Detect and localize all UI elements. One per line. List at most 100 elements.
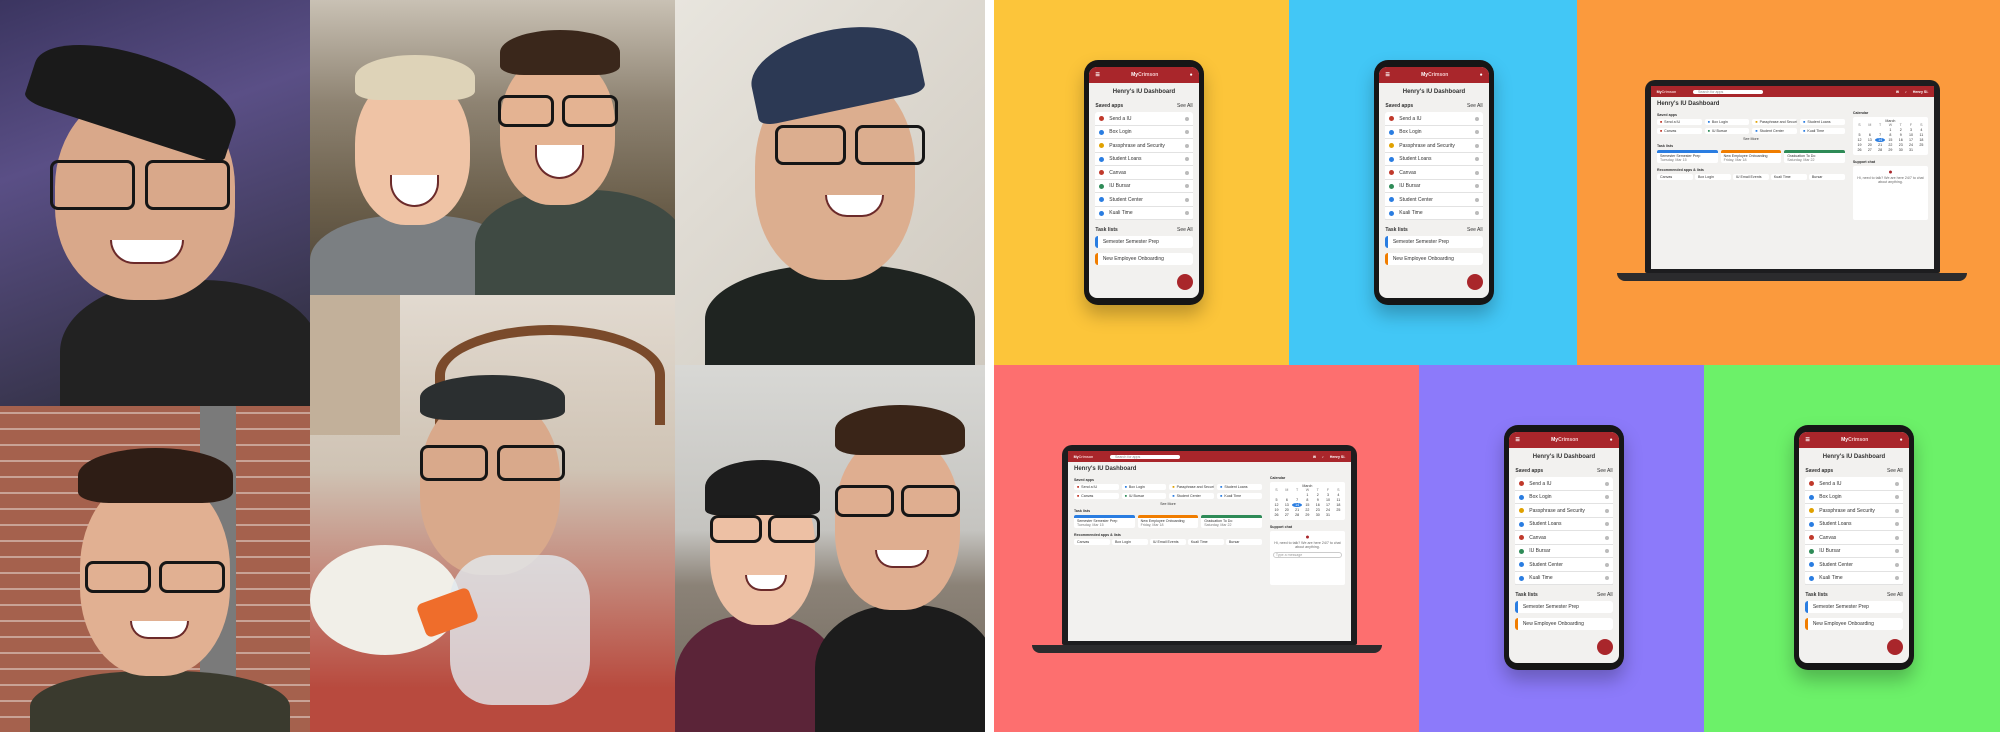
list-item[interactable]: Box Login [1805, 491, 1903, 505]
app-tile[interactable]: ■ Box Login [1121, 484, 1167, 490]
menu-icon[interactable]: ☰ [1805, 437, 1809, 443]
calendar-day[interactable]: 19 [1855, 143, 1864, 147]
see-all-link[interactable]: See All [1597, 468, 1613, 474]
calendar-day[interactable]: 18 [1917, 138, 1926, 142]
bell-icon[interactable]: ♪ [1905, 90, 1907, 94]
calendar-day[interactable]: 30 [1896, 148, 1905, 152]
calendar-day[interactable]: 29 [1886, 148, 1895, 152]
calendar-day[interactable]: 10 [1323, 498, 1332, 502]
recommended-app[interactable]: Box Login [1111, 539, 1148, 545]
calendar-day[interactable]: 29 [1303, 513, 1312, 517]
calendar-day[interactable]: 8 [1303, 498, 1312, 502]
recommended-app[interactable]: Canvas [1074, 539, 1110, 545]
calendar-day[interactable]: 12 [1272, 503, 1281, 507]
calendar-day[interactable]: 8 [1886, 133, 1895, 137]
list-item[interactable]: IU Bursar [1805, 545, 1903, 559]
calendar-day[interactable]: 2 [1313, 493, 1322, 497]
chat-fab-button[interactable] [1597, 638, 1614, 655]
calendar-day[interactable]: 11 [1334, 498, 1343, 502]
calendar-day[interactable]: 22 [1303, 508, 1312, 512]
calendar-day[interactable]: 23 [1313, 508, 1322, 512]
calendar-day[interactable]: 5 [1272, 498, 1281, 502]
app-tile[interactable]: ■ Canvas [1074, 493, 1119, 499]
calendar-day[interactable]: 4 [1917, 128, 1926, 132]
list-item[interactable]: Send a IU [1805, 477, 1903, 491]
see-all-link[interactable]: See All [1597, 592, 1613, 598]
calendar-day[interactable]: 18 [1334, 503, 1343, 507]
list-item[interactable]: Passphrase and Security [1805, 504, 1903, 518]
bell-icon[interactable]: ♪ [1322, 455, 1324, 459]
calendar-day[interactable]: 17 [1323, 503, 1332, 507]
task-card[interactable]: Graduation To Do Saturday, Mar 22 [1784, 150, 1845, 163]
calendar-day[interactable]: 28 [1875, 148, 1884, 152]
calendar-day[interactable]: 21 [1292, 508, 1301, 512]
calendar-day[interactable]: 6 [1282, 498, 1291, 502]
calendar-day[interactable]: 5 [1855, 133, 1864, 137]
calendar-day[interactable]: 27 [1865, 148, 1874, 152]
account-icon[interactable]: ● [1610, 437, 1613, 443]
recommended-app[interactable]: Kuali Time [1187, 539, 1224, 545]
see-all-link[interactable]: See All [1177, 103, 1193, 109]
account-icon[interactable]: ● [1190, 72, 1193, 78]
account-icon[interactable]: ● [1900, 437, 1903, 443]
list-item[interactable]: Kuali Time [1095, 207, 1193, 221]
calendar-day[interactable]: 15 [1886, 138, 1895, 142]
see-more-link[interactable]: See More [1657, 137, 1845, 141]
mail-icon[interactable]: ✉ [1896, 90, 1899, 94]
chat-input[interactable]: Type a message [1272, 552, 1342, 558]
recommended-app[interactable]: Bursar [1225, 539, 1262, 545]
calendar-day[interactable]: 25 [1917, 143, 1926, 147]
calendar-day[interactable]: 30 [1313, 513, 1322, 517]
recommended-app[interactable]: Box Login [1694, 174, 1731, 180]
recommended-app[interactable]: IU Email Events [1732, 174, 1769, 180]
calendar-day[interactable]: 24 [1906, 143, 1915, 147]
mail-icon[interactable]: ✉ [1313, 455, 1316, 459]
task-card[interactable]: Semester Semester Prep Tuesday, Mar 15 [1657, 150, 1718, 163]
recommended-app[interactable]: IU Email Events [1149, 539, 1186, 545]
user-name[interactable]: Henry Sl. [1330, 455, 1346, 459]
see-all-link[interactable]: See All [1467, 103, 1483, 109]
calendar-day[interactable]: 26 [1272, 513, 1281, 517]
list-item[interactable]: Kuali Time [1515, 572, 1613, 586]
calendar-day[interactable]: 26 [1855, 148, 1864, 152]
chat-fab-button[interactable] [1467, 273, 1484, 290]
list-item[interactable]: Canvas [1385, 166, 1483, 180]
calendar-day[interactable]: 3 [1323, 493, 1332, 497]
list-item[interactable]: Passphrase and Security [1385, 139, 1483, 153]
task-card[interactable]: New Employee Onboarding Friday, Mar 18 [1137, 515, 1199, 528]
chat-fab-button[interactable] [1177, 273, 1194, 290]
calendar-day[interactable]: 13 [1282, 503, 1291, 507]
calendar-day[interactable]: 4 [1334, 493, 1343, 497]
calendar-day[interactable]: 2 [1896, 128, 1905, 132]
list-item[interactable]: Passphrase and Security [1095, 139, 1193, 153]
see-all-link[interactable]: See All [1887, 592, 1903, 598]
calendar-day[interactable]: 22 [1886, 143, 1895, 147]
see-all-link[interactable]: See All [1467, 227, 1483, 233]
list-item[interactable]: IU Bursar [1385, 180, 1483, 194]
calendar-day[interactable]: 24 [1323, 508, 1332, 512]
menu-icon[interactable]: ☰ [1515, 437, 1519, 443]
calendar-day[interactable]: 11 [1917, 133, 1926, 137]
task-card[interactable]: New Employee Onboarding [1515, 618, 1613, 631]
app-tile[interactable]: ■ Student Loans [1800, 119, 1845, 125]
calendar-day[interactable]: 31 [1323, 513, 1332, 517]
calendar-day[interactable]: 6 [1865, 133, 1874, 137]
calendar-day[interactable]: 15 [1303, 503, 1312, 507]
task-card[interactable]: Semester Semester Prep [1515, 601, 1613, 614]
task-card[interactable]: New Employee Onboarding [1385, 253, 1483, 266]
calendar-day[interactable]: 28 [1292, 513, 1301, 517]
list-item[interactable]: Kuali Time [1805, 572, 1903, 586]
calendar-day[interactable]: 23 [1896, 143, 1905, 147]
list-item[interactable]: Canvas [1515, 531, 1613, 545]
calendar-day[interactable]: 7 [1292, 498, 1301, 502]
list-item[interactable]: Student Center [1095, 193, 1193, 207]
list-item[interactable]: IU Bursar [1515, 545, 1613, 559]
calendar-day[interactable]: 17 [1906, 138, 1915, 142]
calendar-day[interactable]: 20 [1865, 143, 1874, 147]
task-card[interactable]: Semester Semester Prep [1095, 236, 1193, 249]
list-item[interactable]: Canvas [1805, 531, 1903, 545]
task-card[interactable]: New Employee Onboarding [1095, 253, 1193, 266]
app-tile[interactable]: ■ Send a IU [1657, 119, 1702, 125]
list-item[interactable]: IU Bursar [1095, 180, 1193, 194]
app-tile[interactable]: ■ Passphrase and Security [1169, 484, 1215, 490]
